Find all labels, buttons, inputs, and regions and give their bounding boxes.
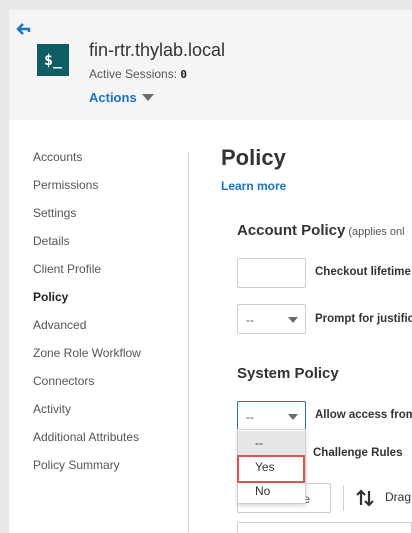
account-policy-note: (applies onl xyxy=(348,226,405,238)
challenge-rules-label: Challenge Rules xyxy=(313,447,403,459)
sidebar-item-policy-summary[interactable]: Policy Summary xyxy=(33,458,193,486)
checkout-lifetime-input[interactable] xyxy=(237,258,306,288)
terminal-icon: $_ xyxy=(43,51,63,69)
dropdown-option-none[interactable]: -- xyxy=(238,431,305,455)
sidebar-divider xyxy=(188,152,189,533)
actions-label: Actions xyxy=(89,90,137,105)
checkout-lifetime-label: Checkout lifetime xyxy=(315,266,411,278)
allow-select-value: -- xyxy=(246,410,254,424)
chevron-down-icon xyxy=(288,414,298,420)
sessions-count: 0 xyxy=(180,68,188,81)
sidebar-item-zone-role-workflow[interactable]: Zone Role Workflow xyxy=(33,346,193,374)
chevron-down-icon xyxy=(288,317,298,323)
allow-access-dropdown: -- Yes No xyxy=(237,429,306,504)
sidebar-item-accounts[interactable]: Accounts xyxy=(33,150,193,178)
prompt-select-value: -- xyxy=(246,313,254,327)
sort-arrows-icon[interactable] xyxy=(355,488,375,508)
sidebar-item-additional-attributes[interactable]: Additional Attributes xyxy=(33,430,193,458)
actions-menu[interactable]: Actions xyxy=(89,90,154,105)
sidebar-item-advanced[interactable]: Advanced xyxy=(33,318,193,346)
sidebar-item-settings[interactable]: Settings xyxy=(33,206,193,234)
learn-more-link[interactable]: Learn more xyxy=(221,179,286,193)
system-icon: $_ xyxy=(37,44,69,76)
toolbar-separator xyxy=(343,485,344,511)
system-name: fin-rtr.thylab.local xyxy=(89,40,226,60)
chevron-down-icon xyxy=(141,94,154,101)
sidebar-item-policy[interactable]: Policy xyxy=(33,290,193,318)
account-policy-heading: Account Policy xyxy=(237,222,346,239)
sidebar-nav: Accounts Permissions Settings Details Cl… xyxy=(33,150,193,486)
active-sessions: Active Sessions: 0 xyxy=(89,67,187,81)
sidebar-item-permissions[interactable]: Permissions xyxy=(33,178,193,206)
drag-label: Drag xyxy=(385,490,412,504)
allow-access-label: Allow access from xyxy=(315,409,412,421)
dropdown-option-no[interactable]: No xyxy=(238,479,305,503)
sidebar-item-details[interactable]: Details xyxy=(33,234,193,262)
prompt-justification-label: Prompt for justific xyxy=(315,313,412,325)
back-arrow-icon[interactable] xyxy=(16,22,32,36)
system-policy-title: System Policy xyxy=(237,365,339,382)
sessions-label: Active Sessions: xyxy=(89,67,178,81)
account-policy-title: Account Policy (applies onl xyxy=(237,222,405,239)
system-header xyxy=(9,10,412,120)
sidebar-item-activity[interactable]: Activity xyxy=(33,402,193,430)
sidebar-item-connectors[interactable]: Connectors xyxy=(33,374,193,402)
sidebar-item-client-profile[interactable]: Client Profile xyxy=(33,262,193,290)
page-title: Policy xyxy=(221,145,286,170)
rules-list-box xyxy=(237,522,412,533)
allow-access-select[interactable]: -- xyxy=(237,401,306,431)
prompt-justification-select[interactable]: -- xyxy=(237,304,306,334)
dropdown-option-yes[interactable]: Yes xyxy=(238,455,305,479)
